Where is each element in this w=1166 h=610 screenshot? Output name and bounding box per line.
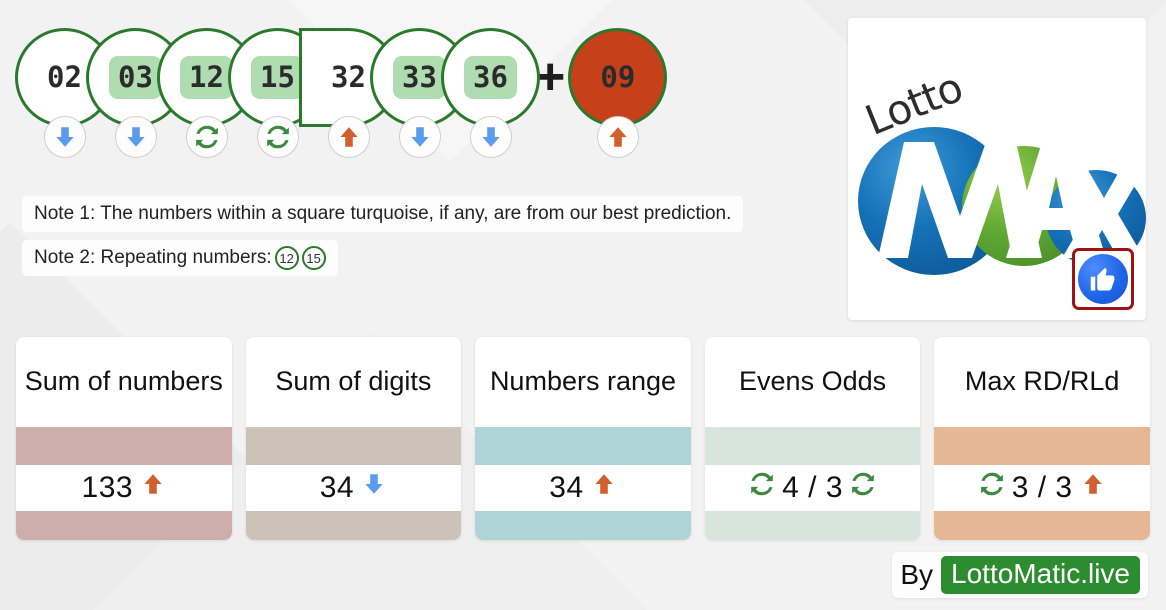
stat-card-title: Evens Odds (739, 366, 887, 397)
arrow-down-icon-badge (469, 116, 512, 158)
note-prediction: Note 1: The numbers within a square turq… (22, 196, 744, 232)
credit-by-label: By (900, 559, 934, 590)
lottery-logo-card: Lotto (848, 18, 1146, 320)
bonus-ball-slot: 09 (568, 28, 668, 158)
arrow-up-icon (140, 471, 166, 505)
stat-card-value: 3 / 3 (1011, 471, 1073, 504)
refresh-icon-badge (185, 116, 228, 158)
stat-card-band-top (16, 427, 232, 465)
stat-card-band-bottom (934, 511, 1150, 540)
stat-card-value-row: 3 / 3 (934, 465, 1150, 511)
stat-card-band-top (475, 427, 691, 465)
repeating-numbers-list: 12 15 (272, 246, 326, 270)
stat-card-title: Sum of numbers (24, 366, 223, 397)
stat-card: Evens Odds 4 / 3 (704, 337, 921, 540)
note1-text: Note 1: The numbers within a square turq… (34, 203, 732, 224)
stat-card-value: 34 (319, 471, 355, 504)
arrow-down-icon (361, 471, 387, 505)
arrow-down-icon-badge (43, 116, 86, 158)
arrow-up-icon-badge (327, 116, 370, 158)
stat-card-value-row: 4 / 3 (705, 465, 921, 511)
stat-card-band-bottom (245, 511, 462, 540)
stat-card-value: 133 (81, 471, 134, 504)
ball-number: 36 (464, 56, 517, 99)
ball-slot: 36 (441, 28, 540, 158)
refresh-icon (850, 471, 876, 505)
ball-number: 15 (251, 56, 304, 99)
note-repeating: Note 2: Repeating numbers: 12 15 (22, 240, 338, 276)
ball-number: 12 (180, 56, 233, 99)
arrow-down-icon-badge (114, 116, 157, 158)
arrow-up-icon (591, 471, 617, 505)
bonus-ball-number: 09 (600, 60, 636, 94)
statistics-cards: Sum of numbers 133 Sum of digits 34 Numbers … (16, 337, 1150, 540)
stat-card-value-row: 133 (16, 465, 232, 511)
refresh-icon (979, 471, 1005, 505)
stat-card: Sum of digits 34 (245, 337, 462, 540)
stat-card-value: 34 (549, 471, 584, 504)
refresh-icon (749, 471, 775, 505)
winning-numbers-row: 02 03 12 15 32 33 36 +09 (15, 28, 668, 158)
stat-card-band-top (934, 427, 1150, 465)
stat-card-band-bottom (704, 511, 921, 540)
arrow-up-icon (1080, 471, 1106, 505)
stat-card: Sum of numbers 133 (16, 337, 232, 540)
ball-number: 33 (393, 56, 446, 99)
arrow-down-icon-badge (398, 116, 441, 158)
ball-number: 02 (47, 60, 82, 94)
refresh-icon-badge (256, 116, 299, 158)
stat-card: Max RD/RLd 3 / 3 (934, 337, 1150, 540)
ball-number: 32 (331, 60, 366, 94)
stat-card-title: Sum of digits (275, 366, 432, 397)
stat-card-title: Numbers range (489, 366, 677, 397)
stat-card-title: Max RD/RLd (964, 366, 1120, 397)
credit-brand: LottoMatic.live (941, 556, 1140, 594)
stat-card: Numbers range 34 (475, 337, 691, 540)
stat-card-value-row: 34 (475, 465, 691, 511)
note2-label: Note 2: Repeating numbers: (34, 247, 272, 268)
page-stage: 02 03 12 15 32 33 36 +09 Lotto Note 1: T… (0, 0, 1166, 610)
ball-number: 03 (109, 56, 162, 99)
bonus-ball[interactable]: 09 (568, 28, 668, 127)
stat-card-value-row: 34 (246, 465, 462, 511)
arrow-up-icon-badge (596, 116, 639, 158)
thumbs-up-icon (1078, 254, 1128, 304)
repeating-number-badge: 15 (301, 246, 326, 270)
stat-card-band-top (704, 427, 921, 465)
stat-card-band-bottom (475, 511, 691, 540)
repeating-number-badge: 12 (274, 246, 299, 270)
stat-card-band-bottom (16, 511, 232, 540)
winning-ball[interactable]: 36 (441, 28, 540, 127)
stat-card-band-top (245, 427, 462, 465)
like-button[interactable] (1072, 248, 1134, 310)
stat-card-value: 4 / 3 (782, 471, 844, 504)
site-credit[interactable]: By LottoMatic.live (892, 552, 1148, 598)
